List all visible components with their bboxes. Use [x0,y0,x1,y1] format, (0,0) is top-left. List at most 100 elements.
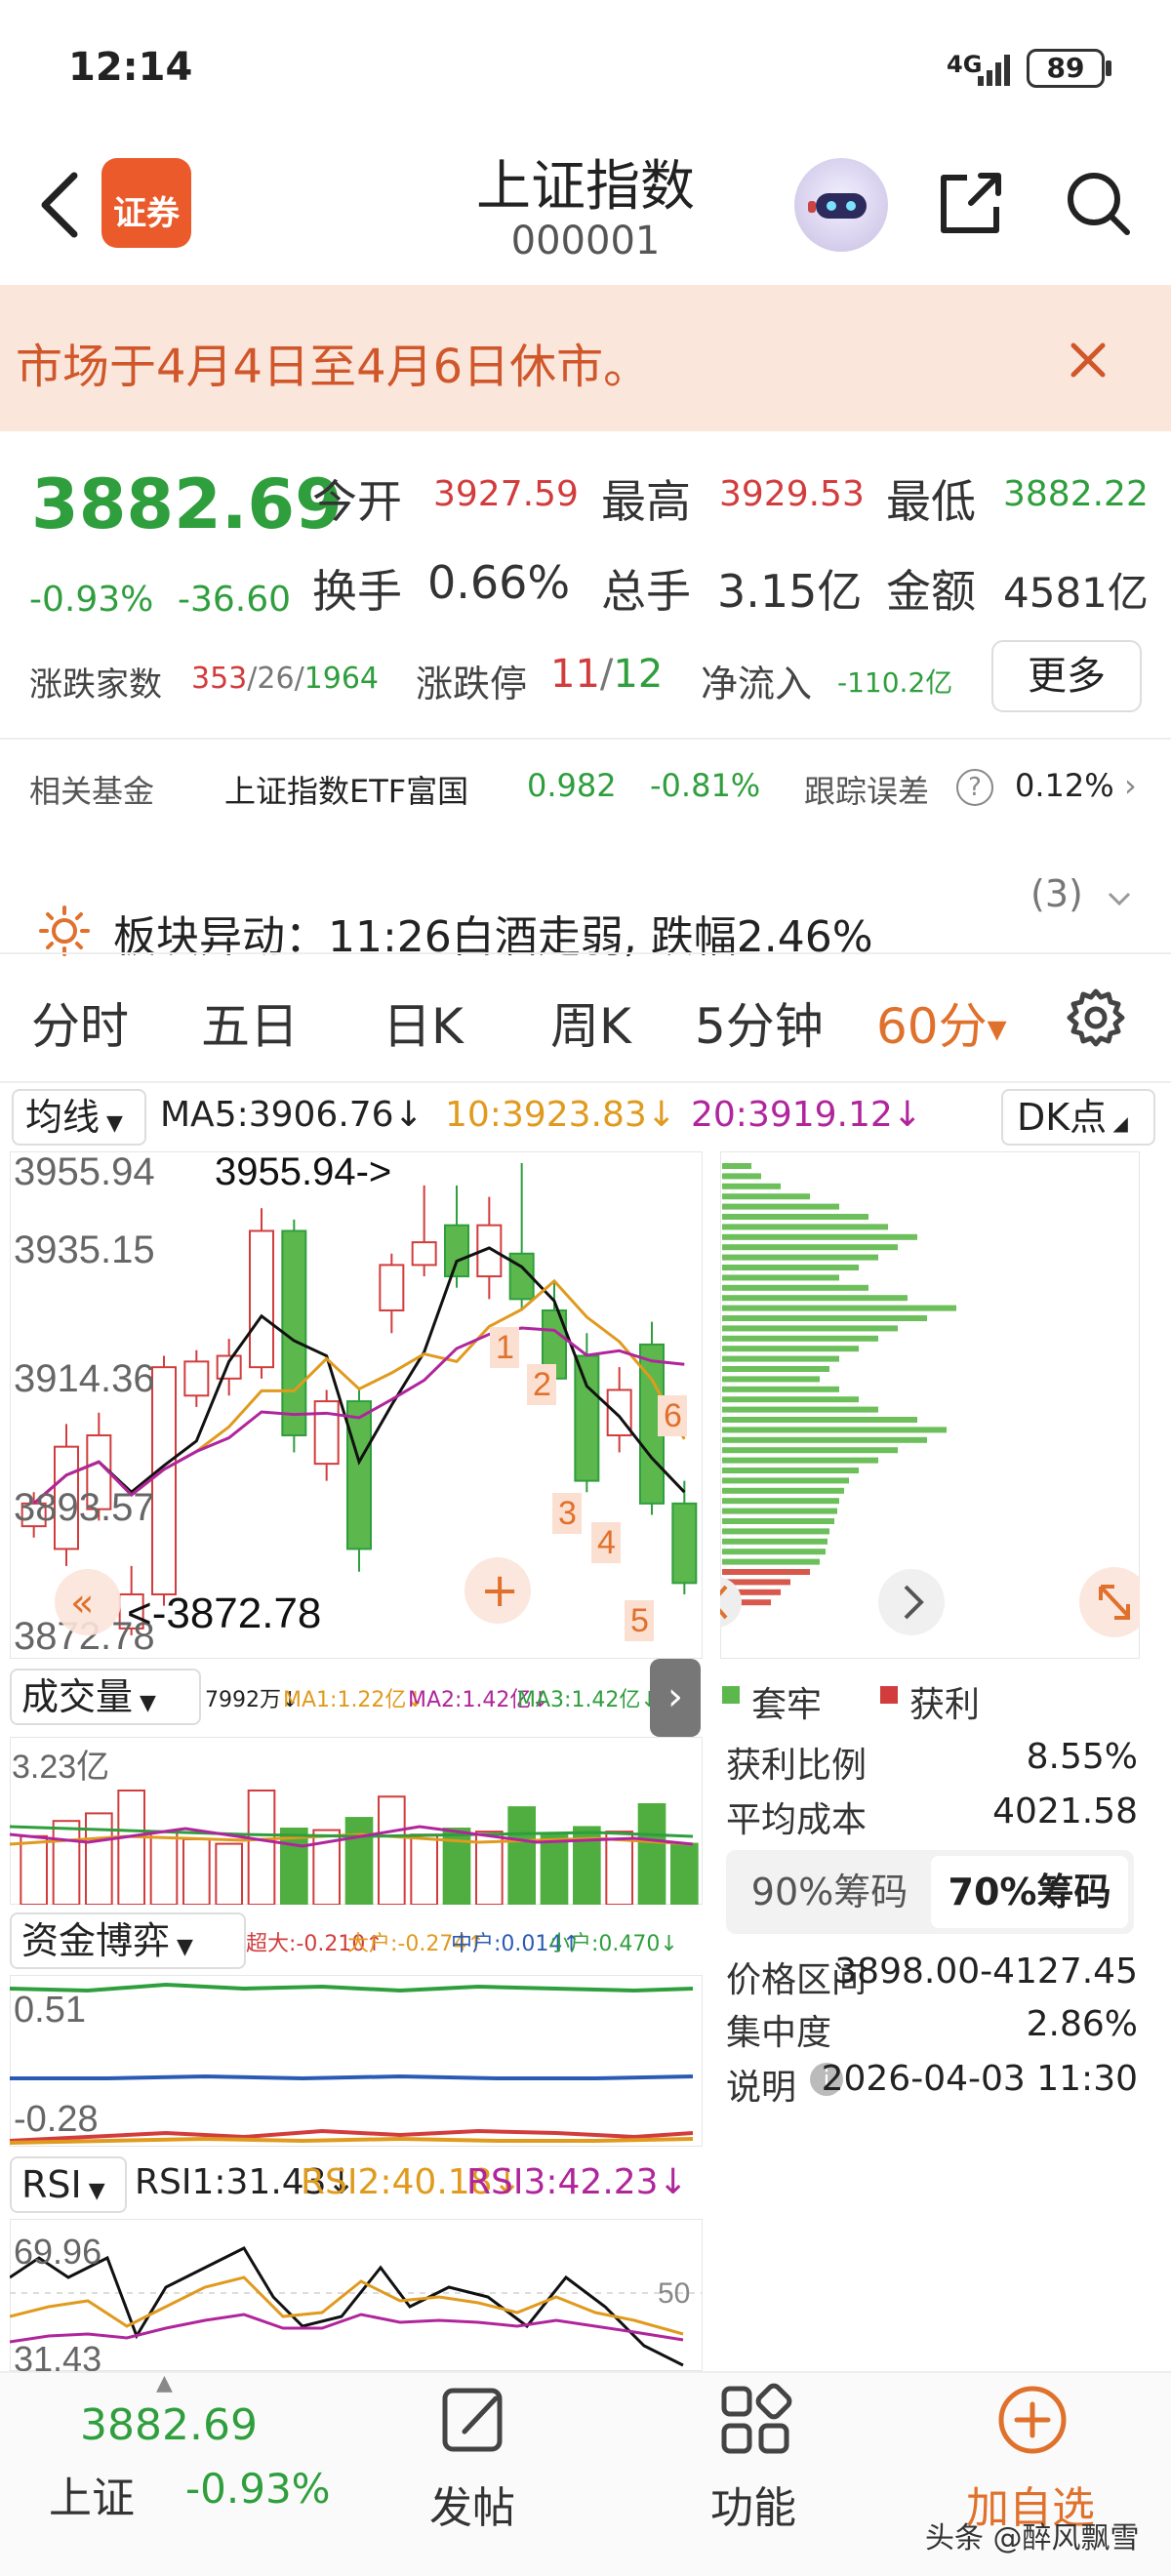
open-label: 今开 [312,475,402,528]
search-icon[interactable] [1059,164,1137,242]
sector-alert-text[interactable]: 板块异动：11:26白酒走弱, 跌幅2.46% [113,902,873,964]
limit-label: 涨跌停 [416,663,528,705]
chip-distribution-chart[interactable] [720,1151,1140,1659]
volume-bar [182,1837,211,1905]
tab-5min[interactable]: 5分钟 [695,987,824,1058]
tracking-error-label: 跟踪误差 [804,773,930,810]
status-time: 12:14 [68,45,193,90]
tab-chip-70[interactable]: 70%筹码 [931,1856,1128,1928]
chip-bar [722,1406,878,1413]
alert-count[interactable]: (3) [1030,872,1083,915]
share-icon[interactable] [932,164,1010,242]
tab-intraday[interactable]: 分时 [31,987,129,1058]
volume-bar [149,1831,179,1905]
volume-bar [670,1842,699,1905]
amount-value: 4581亿 [1003,569,1149,617]
signal-marker: 5 [630,1602,649,1639]
volume-chart[interactable]: 3.23亿 [10,1737,703,1905]
expand-panel-icon[interactable]: › [650,1659,701,1737]
rsi-y-mid: 50 [658,2277,690,2310]
volume-bar [410,1833,439,1905]
banner-text: 市场于4月4日至4月6日休市。 [16,340,651,394]
volume-y-tick: 3.23亿 [12,1749,109,1786]
fund-name[interactable]: 上证指数ETF富国 [224,767,468,812]
candle-body [379,1264,405,1311]
breadth-values: 353 / 26 / 1964 [191,662,379,696]
chip-bar [722,1538,828,1545]
tracking-error-value: 0.12% [1015,767,1114,804]
note-label: 说明 [726,2068,797,2108]
indicator-select[interactable]: 均线 ▼ [12,1089,146,1146]
volume-ma1: MA1:1.22亿↓ [283,1688,424,1712]
volume-bar [247,1790,276,1905]
volume-bar [637,1803,666,1905]
function-button[interactable]: 功能 [710,2473,796,2535]
rsi-chart[interactable]: 69.96 50 31.43 [10,2219,703,2371]
chevron-right-icon[interactable]: › [1124,767,1137,804]
bottom-name[interactable]: 上证 [49,2463,135,2525]
add-circle-icon[interactable] [993,2381,1071,2459]
chip-bar [722,1274,839,1281]
chip-bar [722,1224,888,1230]
candle-body [151,1366,177,1595]
dk-point-button[interactable]: DK点 ◢ [1001,1089,1155,1146]
volume-select[interactable]: 成交量 ▼ [10,1669,201,1725]
legend-profit-swatch [880,1686,898,1704]
chevron-down-icon[interactable] [1105,884,1134,913]
tab-daily-k[interactable]: 日K [383,987,464,1058]
gear-icon[interactable] [1064,986,1128,1050]
caret-down-icon: ▼ [81,2179,105,2203]
bottom-price: 3882.69 [80,2400,258,2450]
close-icon[interactable] [1064,336,1112,384]
fund-game-select[interactable]: 资金博弈 ▼ [10,1912,246,1969]
volume-ma3: MA3:1.42亿↓ [517,1688,659,1712]
rsi-y-top: 69.96 [14,2232,101,2272]
chip-bar [722,1508,837,1514]
chip-bar [722,1436,927,1443]
volume-bar [540,1833,569,1905]
chip-bar [722,1254,878,1261]
candle-body [411,1241,437,1267]
y-tick: 3914.36 [14,1357,155,1400]
tab-weekly-k[interactable]: 周K [550,987,631,1058]
post-button[interactable]: 发帖 [429,2473,515,2535]
chip-bar [722,1558,820,1565]
low-value: 3882.22 [1003,474,1149,514]
divider [0,952,1171,954]
fund-price: 0.982 [527,767,617,804]
caret-up-icon: ▲ [156,2371,173,2395]
bottom-change: -0.93% [185,2465,331,2513]
more-button[interactable]: 更多 [991,640,1142,712]
rsi-select[interactable]: RSI ▼ [10,2156,127,2213]
assistant-robot-icon[interactable] [794,158,888,252]
chip-bar [722,1447,898,1454]
low-marker: <-3872.78 [127,1590,321,1637]
edit-icon[interactable] [435,2381,513,2459]
fund-game-select-label: 资金博弈 [21,1919,171,1962]
price-range-value: 3898.00-4127.45 [834,1952,1138,1992]
volume-bar [215,1842,243,1905]
signal-marker: 4 [597,1524,616,1561]
signal-marker: 6 [664,1397,682,1434]
volume-bar [20,1834,48,1905]
chevron-right-icon[interactable] [878,1569,945,1635]
chip-bar [722,1295,908,1302]
candle-body [346,1400,372,1550]
help-icon[interactable]: ? [956,769,993,806]
tab-60min[interactable]: 60分▼ [876,987,1007,1058]
battery-tip [1106,60,1111,76]
grid-icon[interactable] [716,2381,794,2459]
rsi3-value: RSI3:42.23↓ [466,2162,688,2202]
avg-cost-value: 4021.58 [992,1791,1138,1831]
concentration-label: 集中度 [726,2013,832,2053]
kline-chart[interactable]: 3955.94 3935.15 3914.36 3893.57 3872.78 … [10,1151,703,1659]
tab-five-day[interactable]: 五日 [201,987,299,1058]
chip-bar [722,1305,956,1311]
chip-bar [722,1468,859,1473]
chip-bar [722,1325,898,1332]
y-tick: 3955.94 [14,1151,155,1193]
fund-game-chart[interactable]: 0.51 -0.28 [10,1975,703,2147]
caret-down-icon: ▼ [170,1935,193,1959]
tab-chip-90[interactable]: 90%筹码 [734,1856,925,1928]
breadth-label: 涨跌家数 [29,665,162,704]
